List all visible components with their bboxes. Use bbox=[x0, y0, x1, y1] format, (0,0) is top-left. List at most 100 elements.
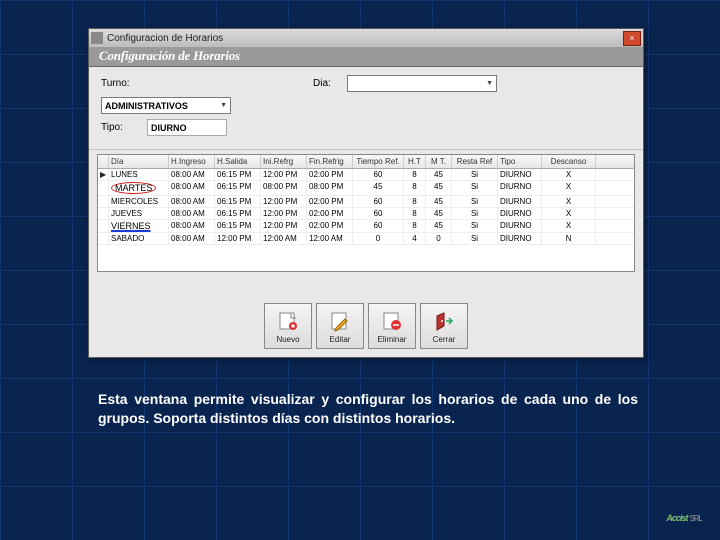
cell: DIURNO bbox=[498, 233, 542, 244]
cell: ▶ bbox=[98, 169, 109, 180]
cell: LUNES bbox=[109, 169, 169, 180]
cell: Si bbox=[452, 208, 498, 219]
chevron-down-icon[interactable]: ▼ bbox=[220, 102, 227, 109]
cell: 45 bbox=[426, 181, 452, 195]
col-header[interactable]: Ini.Refrg bbox=[261, 155, 307, 168]
schedule-grid[interactable]: DíaH.IngresoH.SalidaIni.RefrgFin.RefrigT… bbox=[97, 154, 635, 272]
cell: 45 bbox=[426, 196, 452, 207]
cell: 60 bbox=[353, 196, 404, 207]
cell: 4 bbox=[404, 233, 426, 244]
cell: X bbox=[542, 196, 596, 207]
table-row[interactable]: VIERNES08:00 AM06:15 PM12:00 PM02:00 PM6… bbox=[98, 220, 634, 233]
table-row[interactable]: JUEVES08:00 AM06:15 PM12:00 PM02:00 PM60… bbox=[98, 208, 634, 220]
cell: 08:00 AM bbox=[169, 169, 215, 180]
col-header[interactable]: H.T bbox=[404, 155, 426, 168]
cell: 8 bbox=[404, 196, 426, 207]
close-door-icon bbox=[432, 309, 456, 333]
cerrar-button[interactable]: Cerrar bbox=[420, 303, 468, 349]
cell: Si bbox=[452, 233, 498, 244]
cell bbox=[98, 220, 109, 232]
col-header[interactable]: Fin.Refrig bbox=[307, 155, 353, 168]
col-header[interactable]: H.Ingreso bbox=[169, 155, 215, 168]
cell: 45 bbox=[426, 169, 452, 180]
cell: 45 bbox=[426, 208, 452, 219]
cell: X bbox=[542, 169, 596, 180]
table-row[interactable]: SABADO08:00 AM12:00 PM12:00 AM12:00 AM04… bbox=[98, 233, 634, 245]
cell: 06:15 PM bbox=[215, 169, 261, 180]
close-icon[interactable]: × bbox=[623, 31, 641, 46]
eliminar-label: Eliminar bbox=[378, 335, 407, 344]
cell: 08:00 AM bbox=[169, 181, 215, 195]
cell bbox=[98, 233, 109, 244]
cell: 12:00 PM bbox=[261, 220, 307, 232]
nuevo-label: Nuevo bbox=[276, 335, 299, 344]
slide-caption: Esta ventana permite visualizar y config… bbox=[98, 390, 638, 428]
cell: X bbox=[542, 181, 596, 195]
col-header[interactable]: Descanso bbox=[542, 155, 596, 168]
cell: 45 bbox=[426, 220, 452, 232]
editar-button[interactable]: Editar bbox=[316, 303, 364, 349]
cell: 12:00 PM bbox=[215, 233, 261, 244]
cell: 06:15 PM bbox=[215, 220, 261, 232]
banner-title: Configuración de Horarios bbox=[99, 48, 240, 63]
col-header[interactable]: H.Salida bbox=[215, 155, 261, 168]
table-row[interactable]: MARTES08:00 AM06:15 PM08:00 PM08:00 PM45… bbox=[98, 181, 634, 196]
cell: 02:00 PM bbox=[307, 196, 353, 207]
cell: 8 bbox=[404, 169, 426, 180]
cell: 02:00 PM bbox=[307, 169, 353, 180]
cell: 08:00 PM bbox=[307, 181, 353, 195]
cell: 08:00 AM bbox=[169, 208, 215, 219]
cell: 12:00 PM bbox=[261, 208, 307, 219]
cell: 60 bbox=[353, 220, 404, 232]
cell: 8 bbox=[404, 220, 426, 232]
turno-select[interactable]: ADMINISTRATIVOS ▼ bbox=[101, 97, 231, 114]
cell: 8 bbox=[404, 208, 426, 219]
titlebar[interactable]: Configuracion de Horarios × bbox=[89, 29, 643, 47]
cell: DIURNO bbox=[498, 196, 542, 207]
config-horarios-window: Configuracion de Horarios × Configuració… bbox=[88, 28, 644, 358]
dia-select[interactable]: ▼ bbox=[347, 75, 497, 92]
cell: 8 bbox=[404, 181, 426, 195]
chevron-down-icon[interactable]: ▼ bbox=[486, 80, 493, 87]
cell: 02:00 PM bbox=[307, 208, 353, 219]
col-header[interactable] bbox=[98, 155, 109, 168]
new-icon bbox=[276, 309, 300, 333]
cell: 12:00 AM bbox=[261, 233, 307, 244]
cerrar-label: Cerrar bbox=[433, 335, 456, 344]
cell: 08:00 AM bbox=[169, 196, 215, 207]
editar-label: Editar bbox=[330, 335, 351, 344]
tipo-label: Tipo: bbox=[101, 122, 141, 133]
form-area: Turno: Dia: ▼ ADMINISTRATIVOS ▼ Tipo: DI… bbox=[89, 67, 643, 150]
cell: 08:00 PM bbox=[261, 181, 307, 195]
sys-icon bbox=[91, 32, 103, 44]
toolbar: Nuevo Editar Eliminar Cerrar bbox=[89, 303, 643, 349]
cell: X bbox=[542, 208, 596, 219]
col-header[interactable]: Tiempo Ref. bbox=[353, 155, 404, 168]
table-row[interactable]: ▶LUNES08:00 AM06:15 PM12:00 PM02:00 PM60… bbox=[98, 169, 634, 181]
eliminar-button[interactable]: Eliminar bbox=[368, 303, 416, 349]
cell: 02:00 PM bbox=[307, 220, 353, 232]
grid-header: DíaH.IngresoH.SalidaIni.RefrgFin.RefrigT… bbox=[98, 155, 634, 169]
table-row[interactable]: MIERCOLES08:00 AM06:15 PM12:00 PM02:00 P… bbox=[98, 196, 634, 208]
col-header[interactable]: M T. bbox=[426, 155, 452, 168]
cell: SABADO bbox=[109, 233, 169, 244]
cell: DIURNO bbox=[498, 181, 542, 195]
cell: DIURNO bbox=[498, 169, 542, 180]
cell: X bbox=[542, 220, 596, 232]
dia-label: Dia: bbox=[313, 78, 341, 89]
grid-body: ▶LUNES08:00 AM06:15 PM12:00 PM02:00 PM60… bbox=[98, 169, 634, 245]
col-header[interactable]: Resta Ref bbox=[452, 155, 498, 168]
cell: 60 bbox=[353, 169, 404, 180]
nuevo-button[interactable]: Nuevo bbox=[264, 303, 312, 349]
cell: N bbox=[542, 233, 596, 244]
cell: 12:00 PM bbox=[261, 196, 307, 207]
col-header[interactable]: Día bbox=[109, 155, 169, 168]
logo: AccistSRL bbox=[666, 505, 702, 526]
cell: Si bbox=[452, 220, 498, 232]
col-header[interactable]: Tipo bbox=[498, 155, 542, 168]
cell: 06:15 PM bbox=[215, 181, 261, 195]
cell: 60 bbox=[353, 208, 404, 219]
cell: 08:00 AM bbox=[169, 220, 215, 232]
tipo-select[interactable]: DIURNO bbox=[147, 119, 227, 136]
cell: 0 bbox=[353, 233, 404, 244]
